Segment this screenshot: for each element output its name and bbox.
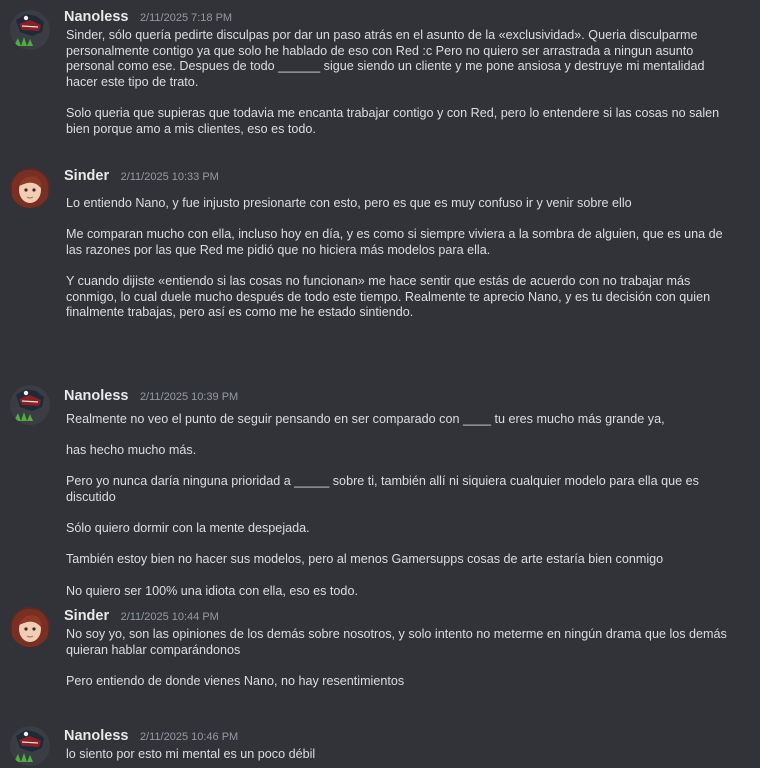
message-timestamp: 2/11/2025 10:39 PM bbox=[139, 391, 239, 403]
message-timestamp: 2/11/2025 7:18 PM bbox=[139, 12, 233, 24]
message-paragraph: Pero entiendo de donde vienes Nano, no h… bbox=[66, 673, 405, 688]
author-name[interactable]: Nanoless bbox=[64, 728, 128, 744]
message-paragraph: Me comparan mucho con ella, incluso hoy … bbox=[66, 227, 723, 257]
message-timestamp: 2/11/2025 10:46 PM bbox=[139, 731, 239, 743]
message-paragraph: Sinder, sólo quería pedirte disculpas po… bbox=[66, 28, 705, 89]
sinder-avatar-icon[interactable] bbox=[10, 607, 50, 647]
message-paragraph: Solo queria que supieras que todavia me … bbox=[66, 105, 720, 136]
message-paragraph: No soy yo, son las opiniones de los demá… bbox=[66, 627, 727, 657]
nanoless-avatar-icon[interactable] bbox=[10, 385, 50, 425]
message-paragraph: Realmente no veo el punto de seguir pens… bbox=[66, 412, 665, 426]
message-paragraph: lo siento por esto mi mental es un poco … bbox=[66, 747, 316, 761]
message-paragraph: Y cuando dijiste «entiendo si las cosas … bbox=[66, 273, 711, 320]
message-paragraph: Sólo quiero dormir con la mente despejad… bbox=[66, 521, 310, 536]
author-name[interactable]: Sinder bbox=[64, 168, 109, 184]
message-body: Lo entiendo Nano, y fue injusto presiona… bbox=[66, 196, 736, 321]
message-paragraph: También estoy bien no hacer sus modelos,… bbox=[66, 552, 664, 567]
author-name[interactable]: Nanoless bbox=[64, 9, 128, 25]
message-paragraph: has hecho mucho más. bbox=[66, 443, 197, 458]
message-paragraph: Lo entiendo Nano, y fue injusto presiona… bbox=[66, 196, 632, 210]
message-body: lo siento por esto mi mental es un poco … bbox=[66, 747, 736, 763]
message-paragraph: Pero yo nunca daría ninguna prioridad a … bbox=[66, 474, 699, 504]
author-name[interactable]: Sinder bbox=[64, 608, 109, 624]
nanoless-avatar-icon[interactable] bbox=[10, 10, 50, 50]
sinder-avatar-icon[interactable] bbox=[10, 168, 50, 208]
message-body: Sinder, sólo quería pedirte disculpas po… bbox=[66, 28, 736, 137]
message-body: No soy yo, son las opiniones de los demá… bbox=[66, 627, 736, 689]
message-body: Realmente no veo el punto de seguir pens… bbox=[66, 412, 736, 599]
message-timestamp: 2/11/2025 10:33 PM bbox=[120, 171, 219, 183]
chat-panel: Nanoless 2/11/2025 7:18 PM Sinder, sólo … bbox=[0, 0, 760, 768]
author-name[interactable]: Nanoless bbox=[64, 388, 128, 404]
nanoless-avatar-icon[interactable] bbox=[10, 726, 50, 766]
message-paragraph: No quiero ser 100% una idiota con ella, … bbox=[66, 583, 358, 598]
message-timestamp: 2/11/2025 10:44 PM bbox=[120, 611, 219, 623]
